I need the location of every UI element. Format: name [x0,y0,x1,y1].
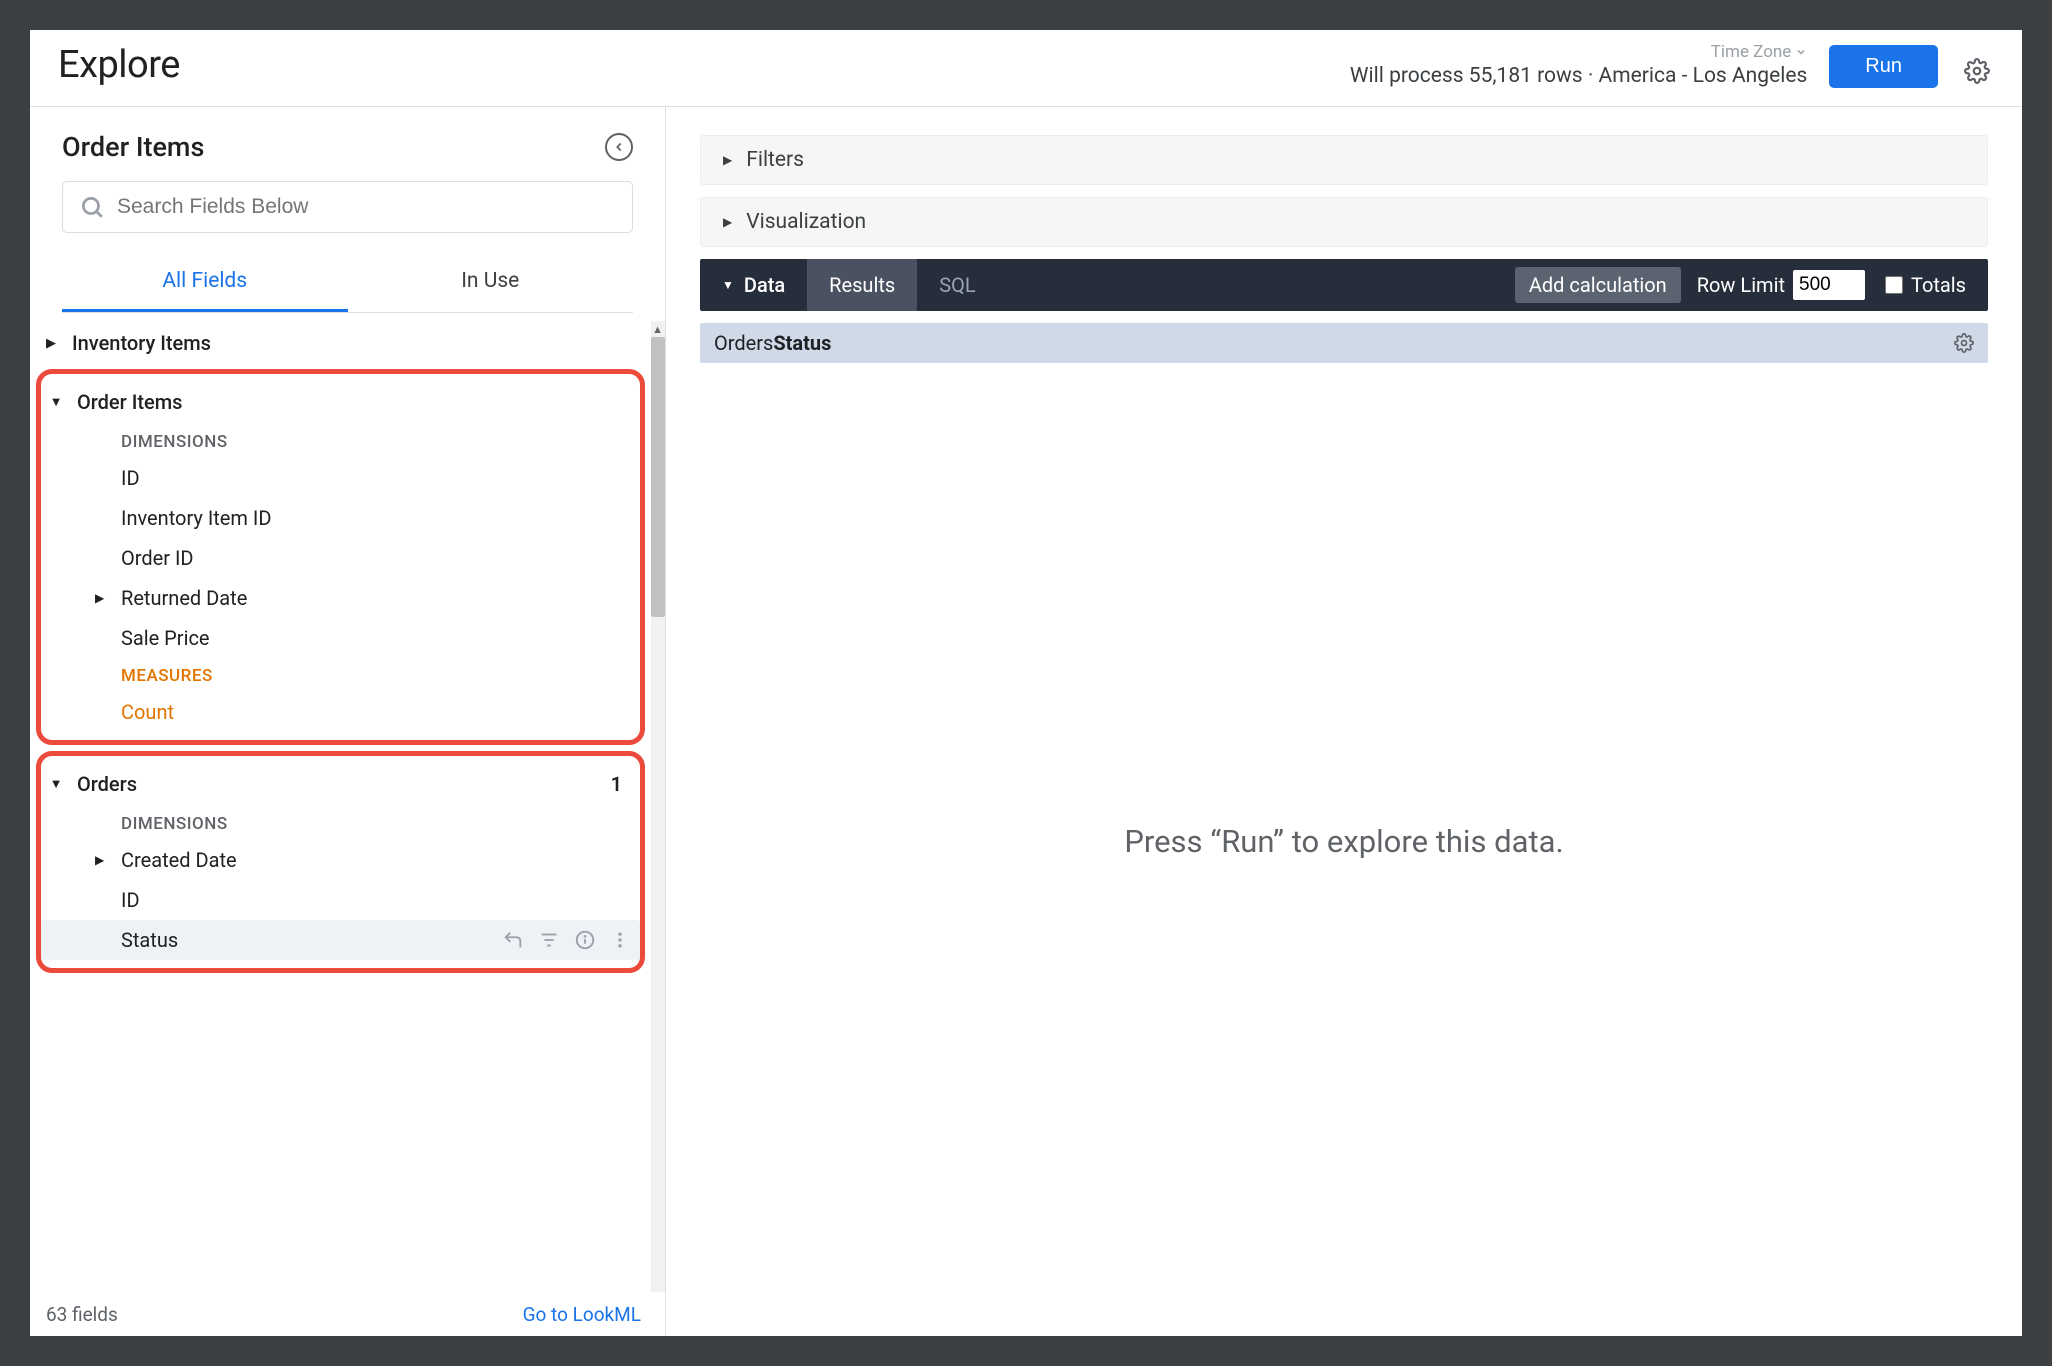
go-to-lookml-link[interactable]: Go to LookML [523,1303,641,1326]
gear-icon [1954,333,1974,353]
field-order-id[interactable]: Order ID [41,538,640,578]
explore-name: Order Items [62,131,204,163]
timezone-selector[interactable]: Time Zone [1711,42,1808,62]
search-fields-box[interactable] [62,181,633,233]
visualization-panel-header[interactable]: ▶ Visualization [700,197,1988,247]
kebab-menu-icon[interactable] [610,929,630,951]
field-created-date[interactable]: ▶ Created Date [41,840,640,880]
field-count[interactable]: Count [41,692,640,732]
run-button[interactable]: Run [1829,45,1938,88]
body: Order Items All Fields In Use ▲ [30,107,2022,1336]
highlight-order-items: Order Items DIMENSIONS ID Inventory Item… [36,369,645,745]
tab-in-use[interactable]: In Use [348,255,634,312]
data-column-header[interactable]: Orders Status [700,323,1988,363]
field-list-scroll[interactable]: ▲ Inventory Items Order Items DIMENSIONS… [30,321,665,1292]
row-limit-group: Row Limit [1697,270,1865,300]
filters-label: Filters [746,148,804,172]
scrollbar-thumb[interactable] [651,337,665,617]
app-window: Explore Time Zone Will process 55,181 ro… [30,30,2022,1336]
gear-icon [1964,58,1990,84]
totals-checkbox[interactable] [1885,276,1903,294]
caret-right-icon: ▶ [95,591,104,605]
scroll-up-icon[interactable]: ▲ [652,323,663,336]
scrollbar-track[interactable]: ▲ [651,321,665,1292]
row-limit-input[interactable] [1793,270,1865,300]
caret-right-icon [44,336,58,351]
view-order-items[interactable]: Order Items [41,380,640,424]
column-settings-button[interactable] [1954,333,1974,353]
view-label: Orders [77,772,137,796]
field-tabs: All Fields In Use [62,255,633,313]
caret-right-icon: ▶ [723,215,732,229]
row-limit-label: Row Limit [1697,273,1785,297]
highlight-orders: Orders 1 DIMENSIONS ▶ Created Date ID St… [36,751,645,973]
field-count: 63 fields [46,1303,118,1326]
totals-group[interactable]: Totals [1885,273,1988,297]
sidebar-footer: 63 fields Go to LookML [30,1292,665,1336]
page-title: Explore [58,43,180,87]
sidebar-top: Order Items All Fields In Use [30,107,665,321]
rows-info: Will process 55,181 rows · America - Los… [1350,64,1807,88]
tab-results[interactable]: Results [807,259,917,311]
field-actions [502,929,630,951]
chevron-down-icon [1795,46,1807,58]
info-icon[interactable] [574,929,596,951]
field-inventory-item-id[interactable]: Inventory Item ID [41,498,640,538]
view-inventory-items[interactable]: Inventory Items [30,321,651,365]
data-label: Data [744,273,785,297]
settings-button[interactable] [1960,54,1994,88]
tab-sql[interactable]: SQL [917,259,997,311]
timezone-label: Time Zone [1711,42,1792,62]
data-bar: ▼ Data Results SQL Add calculation Row L… [700,259,1988,311]
field-status[interactable]: Status [41,920,640,960]
search-icon [79,194,105,220]
dimensions-label: DIMENSIONS [41,806,640,840]
filter-icon[interactable] [538,929,560,951]
sidebar-title-row: Order Items [62,131,633,163]
selected-count-badge: 1 [611,772,628,796]
caret-down-icon: ▼ [722,278,734,292]
tab-all-fields[interactable]: All Fields [62,255,348,312]
view-label: Order Items [77,390,182,414]
field-returned-date[interactable]: ▶ Returned Date [41,578,640,618]
field-orders-id[interactable]: ID [41,880,640,920]
column-field-name: Status [773,331,831,355]
caret-right-icon: ▶ [95,853,104,867]
view-label: Inventory Items [72,331,211,355]
column-view-name: Orders [714,331,773,355]
field-picker-sidebar: Order Items All Fields In Use ▲ [30,107,666,1336]
field-sale-price[interactable]: Sale Price [41,618,640,658]
visualization-label: Visualization [746,210,866,234]
search-input[interactable] [117,195,616,219]
header-right: Time Zone Will process 55,181 rows · Ame… [1350,42,1994,88]
caret-right-icon: ▶ [723,153,732,167]
caret-down-icon [49,776,63,792]
totals-label: Totals [1911,273,1966,297]
header: Explore Time Zone Will process 55,181 ro… [30,30,2022,107]
header-info: Time Zone Will process 55,181 rows · Ame… [1350,42,1807,88]
run-hint: Press “Run” to explore this data. [700,375,1988,1308]
data-panel-toggle[interactable]: ▼ Data [700,259,807,311]
chevron-left-icon [612,140,626,154]
pivot-icon[interactable] [502,929,524,951]
filters-panel-header[interactable]: ▶ Filters [700,135,1988,185]
caret-down-icon [49,394,63,410]
main-panel: ▶ Filters ▶ Visualization ▼ Data Results… [666,107,2022,1336]
field-id[interactable]: ID [41,458,640,498]
collapse-sidebar-button[interactable] [605,133,633,161]
view-orders[interactable]: Orders 1 [41,762,640,806]
dimensions-label: DIMENSIONS [41,424,640,458]
measures-label: MEASURES [41,658,640,692]
add-calculation-button[interactable]: Add calculation [1515,267,1681,303]
